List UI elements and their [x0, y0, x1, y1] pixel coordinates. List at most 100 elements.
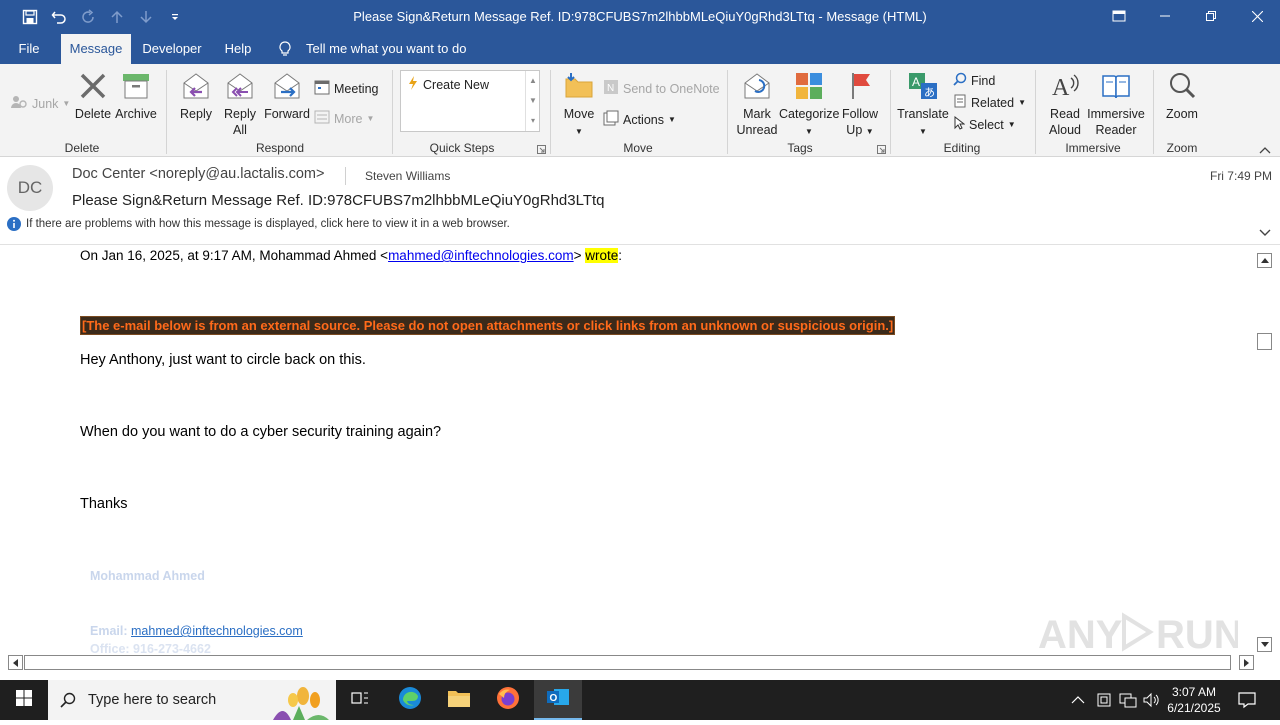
select-label: Select	[969, 117, 1004, 132]
tell-me-search[interactable]: Tell me what you want to do	[306, 41, 466, 56]
mark-unread-icon	[733, 70, 781, 106]
group-quick-steps-label: Quick Steps	[429, 141, 495, 155]
scroll-down-arrow-icon[interactable]	[1257, 637, 1272, 652]
group-divider	[727, 70, 728, 154]
group-tags-label: Tags	[787, 141, 813, 155]
tab-message[interactable]: Message	[61, 34, 131, 64]
gallery-scroll[interactable]: ▲ ▼ ▾	[525, 71, 540, 131]
junk-button[interactable]: Junk ▼	[10, 94, 70, 113]
undo-icon[interactable]	[44, 0, 73, 34]
tags-launcher-icon[interactable]	[877, 143, 886, 157]
customize-qat-icon[interactable]	[160, 0, 189, 34]
forward-button[interactable]: Forward	[263, 70, 311, 122]
create-new-quick-step[interactable]: Create New	[407, 76, 489, 93]
archive-label: Archive	[115, 107, 157, 121]
recipient[interactable]: Steven Williams	[365, 169, 450, 183]
create-new-label: Create New	[423, 77, 489, 92]
onenote-icon: N	[603, 79, 619, 98]
actions-button[interactable]: Actions ▼	[603, 110, 676, 129]
svg-text:A: A	[1052, 75, 1070, 101]
sender[interactable]: Doc Center <noreply@au.lactalis.com>	[72, 166, 324, 182]
network-icon[interactable]	[1119, 692, 1137, 713]
horizontal-scrollbar[interactable]	[8, 655, 1256, 671]
translate-label: Translate	[897, 107, 949, 121]
translate-icon: Aあ	[897, 70, 949, 106]
delete-icon	[73, 70, 113, 106]
network-vpn-icon[interactable]	[1096, 691, 1112, 714]
hscroll-thumb[interactable]	[24, 655, 1231, 670]
archive-icon	[114, 70, 158, 106]
scroll-up-arrow-icon[interactable]	[1257, 253, 1272, 268]
minimize-button[interactable]	[1142, 0, 1188, 32]
junk-label: Junk	[32, 96, 59, 111]
mark-unread-button[interactable]: Mark Unread	[733, 70, 781, 138]
task-view-button[interactable]	[337, 680, 383, 720]
outlook-taskbar-button[interactable]: O	[534, 680, 582, 720]
immersive-reader-label-2: Reader	[1095, 123, 1137, 137]
translate-button[interactable]: Aあ Translate ▼	[897, 70, 949, 140]
volume-icon[interactable]	[1142, 691, 1160, 714]
scroll-thumb[interactable]	[1257, 333, 1272, 350]
tab-file[interactable]: File	[8, 34, 50, 64]
lightning-icon	[407, 76, 419, 93]
immersive-reader-button[interactable]: Immersive Reader	[1087, 70, 1145, 138]
send-to-onenote-button[interactable]: N Send to OneNote	[603, 79, 720, 98]
edge-taskbar-button[interactable]	[387, 680, 433, 720]
close-button[interactable]	[1234, 0, 1280, 32]
forward-icon	[263, 70, 311, 106]
next-item-icon[interactable]	[131, 0, 160, 34]
body-paragraph-3: Thanks	[80, 496, 128, 512]
expand-header-icon[interactable]	[1259, 224, 1271, 242]
previous-item-icon[interactable]	[102, 0, 131, 34]
scroll-right-arrow-icon[interactable]	[1239, 655, 1254, 670]
group-divider	[166, 70, 167, 154]
redo-icon[interactable]	[73, 0, 102, 34]
taskbar-search[interactable]: Type here to search	[48, 680, 336, 720]
ribbon-display-options-icon[interactable]	[1096, 0, 1142, 32]
restore-button[interactable]	[1188, 0, 1234, 32]
find-button[interactable]: Find	[953, 72, 995, 89]
meeting-button[interactable]: Meeting	[314, 79, 378, 98]
vertical-scrollbar[interactable]	[1257, 253, 1273, 653]
save-icon[interactable]	[15, 0, 44, 34]
group-divider	[1153, 70, 1154, 154]
delete-button[interactable]: Delete	[73, 70, 113, 122]
signature-email-link[interactable]: mahmed@inftechnologies.com	[131, 624, 303, 638]
clock[interactable]: 3:07 AM 6/21/2025	[1163, 684, 1225, 716]
reply-all-icon	[219, 70, 261, 106]
group-divider	[890, 70, 891, 154]
archive-button[interactable]: Archive	[114, 70, 158, 122]
scroll-left-arrow-icon[interactable]	[8, 655, 23, 670]
cursor-icon	[953, 115, 966, 133]
svg-text:N: N	[607, 83, 614, 94]
quick-steps-launcher-icon[interactable]	[537, 143, 546, 157]
categorize-button[interactable]: Categorize ▼	[779, 70, 839, 140]
zoom-button[interactable]: Zoom	[1160, 70, 1204, 122]
tab-help[interactable]: Help	[218, 34, 258, 64]
display-problem-infobar[interactable]: If there are problems with how this mess…	[26, 218, 510, 230]
collapse-ribbon-icon[interactable]	[1259, 143, 1271, 157]
reply-icon	[175, 70, 217, 106]
file-explorer-taskbar-button[interactable]	[436, 680, 482, 720]
related-button[interactable]: Related ▼	[953, 94, 1026, 111]
avatar[interactable]: DC	[7, 165, 53, 211]
move-button[interactable]: Move ▼	[558, 70, 600, 140]
notifications-icon[interactable]	[1238, 691, 1256, 714]
more-label: More	[334, 111, 363, 126]
reply-button[interactable]: Reply	[175, 70, 217, 122]
select-button[interactable]: Select ▼	[953, 115, 1016, 133]
follow-up-button[interactable]: Follow Up ▼	[838, 70, 882, 140]
quick-steps-gallery[interactable]: Create New ▲ ▼ ▾	[400, 70, 540, 132]
read-aloud-button[interactable]: A Read Aloud	[1043, 70, 1087, 138]
show-hidden-icons-icon[interactable]	[1071, 692, 1085, 710]
quote-colon: :	[618, 248, 623, 263]
start-button[interactable]	[0, 680, 48, 720]
tab-developer[interactable]: Developer	[138, 34, 206, 64]
quote-email-link[interactable]: mahmed@inftechnologies.com	[388, 248, 574, 263]
body-paragraph-2: When do you want to do a cyber security …	[80, 424, 442, 440]
more-respond-button[interactable]: More ▼	[314, 110, 374, 127]
reply-all-button[interactable]: Reply All	[219, 70, 261, 138]
svg-text:RUN: RUN	[1156, 613, 1238, 656]
firefox-taskbar-button[interactable]	[485, 680, 531, 720]
categorize-label: Categorize	[779, 107, 840, 121]
